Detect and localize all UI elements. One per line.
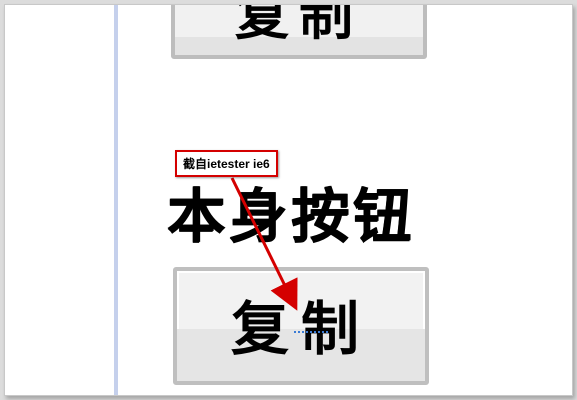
copy-button-top[interactable]: 复制 [171, 4, 427, 59]
page-heading: 本身按钮 [167, 182, 416, 250]
left-page-border [114, 5, 118, 395]
annotation-label: 截自ietester ie6 [175, 150, 278, 177]
copy-button[interactable]: 复制 [173, 267, 429, 385]
focus-dotted-underline [294, 331, 328, 335]
screenshot-frame: 复制 本身按钮 复制 [4, 4, 573, 396]
copy-button-top-label: 复制 [235, 4, 363, 47]
copy-button-label: 复制 [230, 295, 371, 363]
